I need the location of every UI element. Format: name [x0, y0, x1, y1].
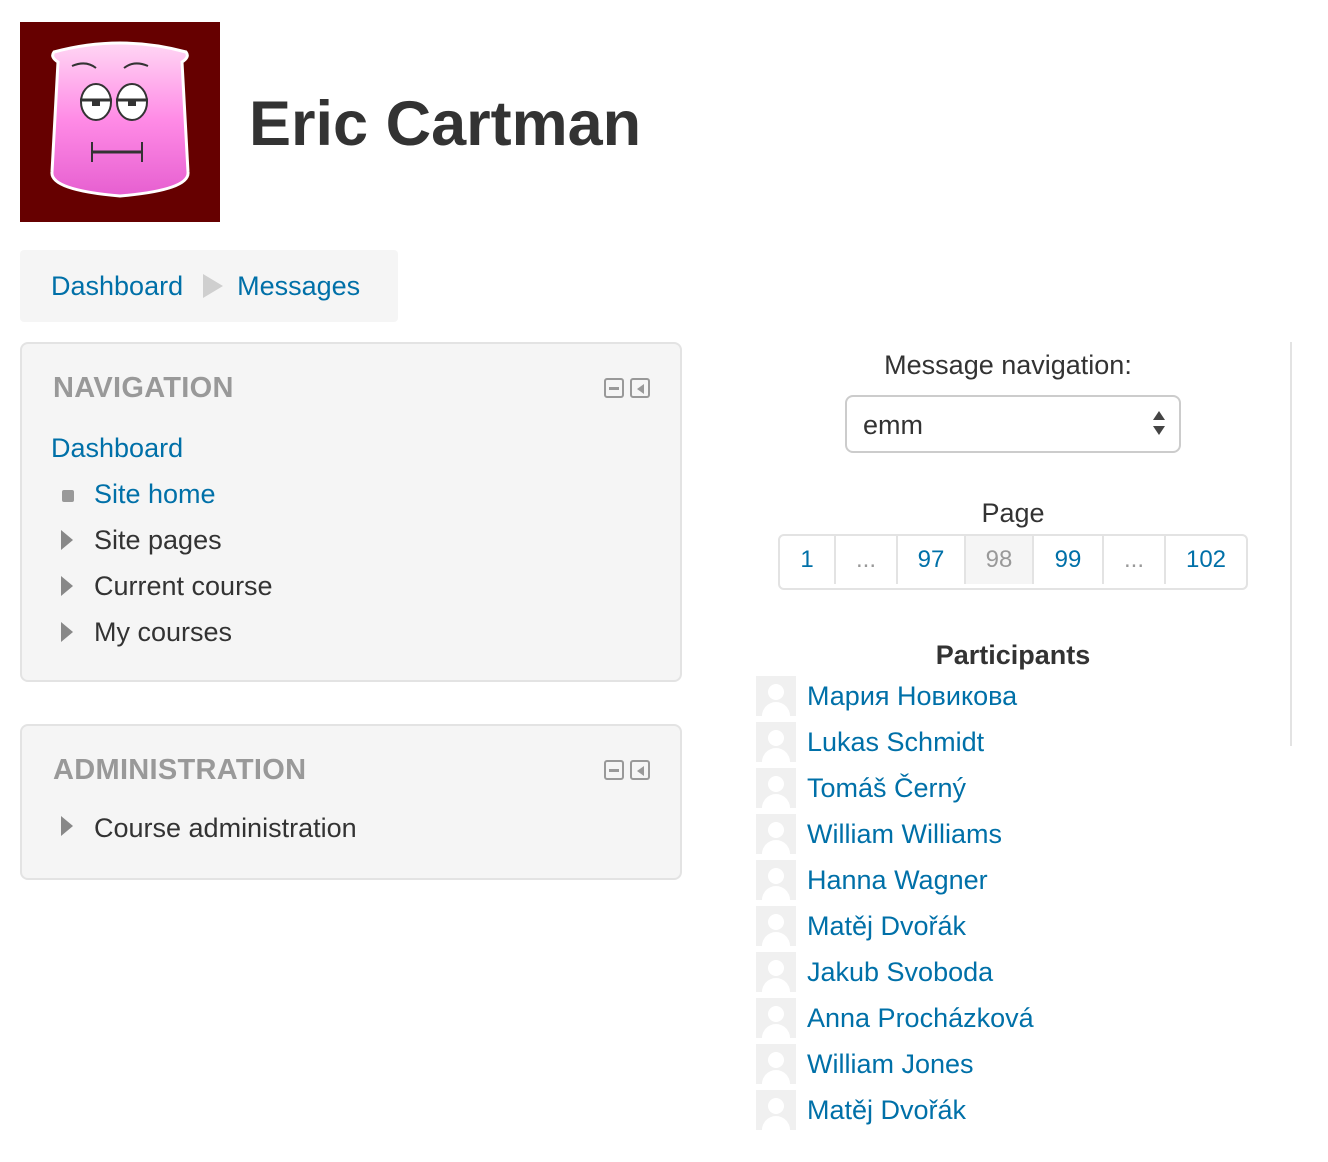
page-link-1[interactable]: 1 [780, 536, 836, 584]
nav-item-label[interactable]: Current course [94, 570, 273, 602]
participant-row[interactable]: Мария Новикова [756, 676, 1017, 716]
default-user-avatar-icon[interactable] [756, 676, 796, 716]
user-picture-icon [20, 22, 220, 222]
navigation-block-title: NAVIGATION [53, 372, 234, 404]
participant-row[interactable]: Lukas Schmidt [756, 722, 984, 762]
participant-name-link[interactable]: William Jones [807, 1049, 974, 1080]
participant-name-link[interactable]: Tomáš Černý [807, 773, 966, 804]
participant-name-link[interactable]: Мария Новикова [807, 681, 1017, 712]
participant-row[interactable]: William Jones [756, 1044, 974, 1084]
page-title: Eric Cartman [249, 89, 642, 159]
default-user-avatar-icon[interactable] [756, 722, 796, 762]
message-navigation-label: Message navigation: [884, 350, 1132, 380]
user-avatar [20, 22, 220, 222]
participant-row[interactable]: Matěj Dvořák [756, 1090, 966, 1130]
participant-name-link[interactable]: Hanna Wagner [807, 865, 988, 896]
page-link-102[interactable]: 102 [1166, 536, 1246, 584]
participant-row[interactable]: Anna Procházková [756, 998, 1034, 1038]
nav-item-label[interactable]: Site home [94, 478, 216, 510]
navigation-block: NAVIGATION Dashboard Site home Site page… [20, 342, 682, 682]
default-user-avatar-icon[interactable] [756, 952, 796, 992]
administration-block-controls [604, 760, 650, 780]
message-navigation-select[interactable]: emm [845, 395, 1181, 453]
participant-name-link[interactable]: Lukas Schmidt [807, 727, 984, 758]
administration-block-title: ADMINISTRATION [53, 754, 307, 786]
page-ellipsis: ... [1104, 536, 1166, 584]
participant-row[interactable]: Jakub Svoboda [756, 952, 993, 992]
pagination: 1 ... 97 98 99 ... 102 [778, 534, 1248, 590]
navigation-block-controls [604, 378, 650, 398]
default-user-avatar-icon[interactable] [756, 860, 796, 900]
participants-heading: Participants [935, 640, 1091, 670]
nav-item-label[interactable]: Site pages [94, 524, 222, 556]
expand-arrow-icon[interactable] [61, 576, 73, 596]
dock-block-icon[interactable] [630, 760, 650, 780]
collapse-block-icon[interactable] [604, 378, 624, 398]
pagination-label: Page [981, 498, 1045, 528]
default-user-avatar-icon[interactable] [756, 998, 796, 1038]
admin-item-label[interactable]: Course administration [94, 812, 357, 844]
page-link-99[interactable]: 99 [1034, 536, 1104, 584]
participant-row[interactable]: Matěj Dvořák [756, 906, 966, 946]
select-value: emm [863, 410, 923, 440]
participant-name-link[interactable]: Matěj Dvořák [807, 1095, 966, 1126]
default-user-avatar-icon[interactable] [756, 906, 796, 946]
participant-row[interactable]: Tomáš Černý [756, 768, 966, 808]
participant-row[interactable]: William Williams [756, 814, 1002, 854]
default-user-avatar-icon[interactable] [756, 814, 796, 854]
default-user-avatar-icon[interactable] [756, 1090, 796, 1130]
expand-arrow-icon[interactable] [61, 622, 73, 642]
collapse-block-icon[interactable] [604, 760, 624, 780]
breadcrumb-messages-link[interactable]: Messages [237, 271, 360, 302]
page-link-97[interactable]: 97 [898, 536, 966, 584]
default-user-avatar-icon[interactable] [756, 1044, 796, 1084]
select-arrows-icon [1153, 411, 1165, 437]
participant-row[interactable]: Hanna Wagner [756, 860, 988, 900]
participant-name-link[interactable]: Anna Procházková [807, 1003, 1034, 1034]
participant-name-link[interactable]: William Williams [807, 819, 1002, 850]
breadcrumb: Dashboard Messages [20, 250, 398, 322]
administration-block: ADMINISTRATION Course administration [20, 724, 682, 880]
participant-name-link[interactable]: Matěj Dvořák [807, 911, 966, 942]
breadcrumb-dashboard-link[interactable]: Dashboard [51, 271, 183, 302]
expand-arrow-icon[interactable] [61, 530, 73, 550]
page-ellipsis: ... [836, 536, 898, 584]
bullet-icon [62, 490, 74, 502]
expand-arrow-icon[interactable] [61, 816, 73, 836]
nav-dashboard-link[interactable]: Dashboard [51, 432, 183, 464]
participant-name-link[interactable]: Jakub Svoboda [807, 957, 993, 988]
nav-item-label[interactable]: My courses [94, 616, 232, 648]
dock-block-icon[interactable] [630, 378, 650, 398]
default-user-avatar-icon[interactable] [756, 768, 796, 808]
breadcrumb-separator-icon [203, 274, 224, 298]
page-current-98: 98 [966, 536, 1034, 584]
